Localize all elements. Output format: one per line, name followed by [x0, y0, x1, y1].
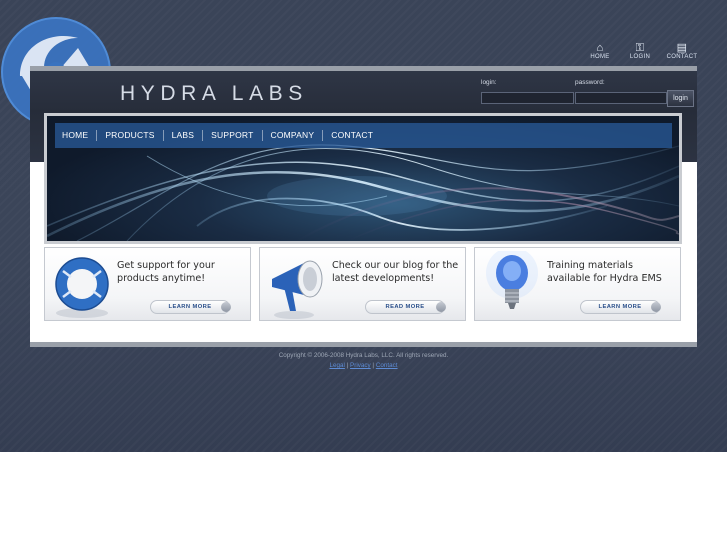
login-label: login: [481, 79, 497, 86]
contact-card-icon: ▤ [676, 42, 688, 54]
main-nav: HOME PRODUCTS LABS SUPPORT COMPANY CONTA… [55, 123, 672, 148]
footer-contact-link[interactable]: Contact [376, 362, 398, 369]
top-login-label: LOGIN [629, 54, 651, 60]
training-card-text: Training materials available for Hydra E… [547, 260, 662, 284]
top-contact-link[interactable]: ▤ CONTACT [662, 42, 702, 60]
footer-privacy-link[interactable]: Privacy [350, 362, 371, 369]
nav-home[interactable]: HOME [55, 130, 98, 141]
footer-copyright: Copyright © 2006-2008 Hydra Labs, LLC. A… [278, 352, 449, 359]
nav-products[interactable]: PRODUCTS [97, 130, 164, 141]
blog-card-text: Check our our blog for the latest develo… [332, 260, 459, 284]
training-card: Training materials available for Hydra E… [474, 247, 681, 321]
password-field[interactable] [575, 92, 667, 104]
blog-read-more-button[interactable]: READ MORE [365, 300, 446, 314]
support-card-text: Get support for your products anytime! [117, 260, 215, 284]
nav-contact[interactable]: CONTACT [323, 130, 381, 141]
footer-legal-link[interactable]: Legal [329, 362, 344, 369]
login-field[interactable] [481, 92, 574, 104]
password-label: password: [575, 79, 605, 86]
home-icon: ⌂ [596, 42, 604, 54]
site-title: HYDRA LABS [120, 82, 308, 105]
top-home-link[interactable]: ⌂ HOME [580, 42, 620, 60]
footer-links: Legal | Privacy | Contact [0, 362, 727, 369]
lightbulb-icon [479, 248, 545, 320]
blog-card: Check our our blog for the latest develo… [259, 247, 466, 321]
support-learn-more-button[interactable]: LEARN MORE [150, 300, 231, 314]
login-button[interactable]: login [667, 90, 694, 107]
lifebuoy-icon [49, 251, 115, 320]
nav-company[interactable]: COMPANY [263, 130, 324, 141]
megaphone-icon [264, 251, 330, 320]
top-utility-nav: ⌂ HOME ⚿ LOGIN ▤ CONTACT [580, 42, 702, 60]
training-learn-more-button[interactable]: LEARN MORE [580, 300, 661, 314]
support-card: Get support for your products anytime! L… [44, 247, 251, 321]
nav-labs[interactable]: LABS [164, 130, 204, 141]
key-icon: ⚿ [635, 42, 645, 54]
nav-support[interactable]: SUPPORT [203, 130, 263, 141]
top-login-link[interactable]: ⚿ LOGIN [620, 42, 660, 60]
top-home-label: HOME [590, 54, 610, 60]
top-contact-label: CONTACT [666, 54, 698, 60]
